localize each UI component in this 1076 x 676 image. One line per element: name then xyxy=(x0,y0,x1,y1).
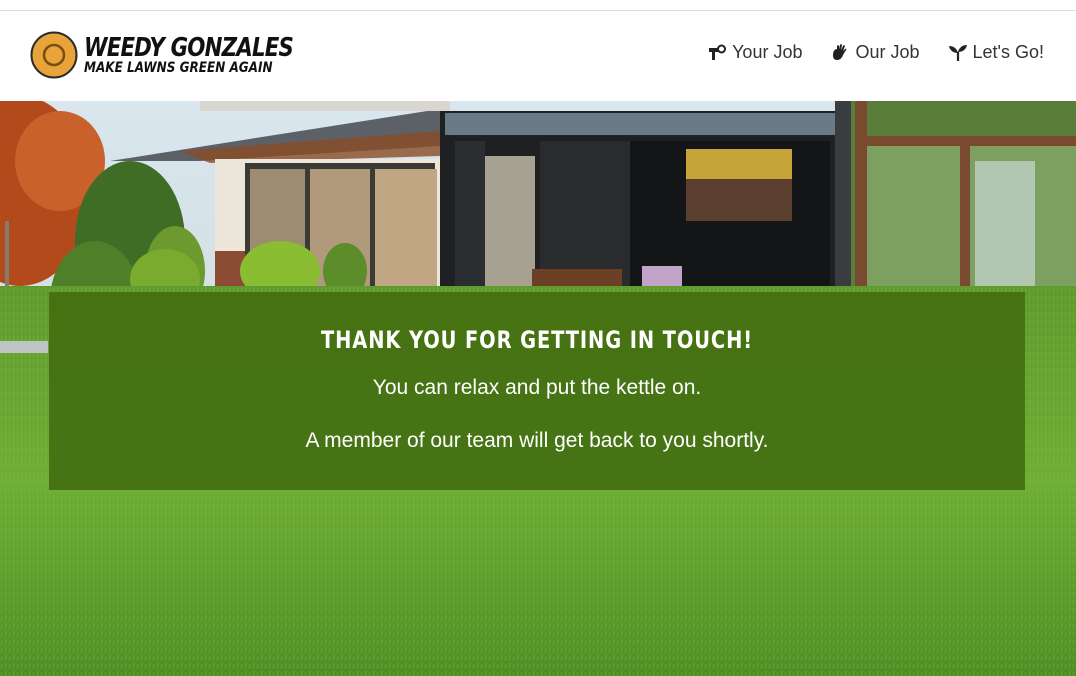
top-border xyxy=(0,0,1076,11)
logo-icon xyxy=(30,31,78,79)
brand-title: WEEDY GONZALES xyxy=(84,33,294,63)
confirmation-heading: THANK YOU FOR GETTING IN TOUCH! xyxy=(320,326,754,354)
nav-label: Our Job xyxy=(855,42,920,62)
nav-item-lets-go[interactable]: Let's Go! xyxy=(948,42,1044,63)
nav-item-our-job[interactable]: Our Job xyxy=(830,42,920,63)
nav-label: Your Job xyxy=(732,42,803,62)
watering-can-icon xyxy=(709,44,727,60)
main-nav: Your Job Our Job Let's Go! xyxy=(679,42,1044,63)
nav-item-your-job[interactable]: Your Job xyxy=(707,42,802,63)
site-header: WEEDY GONZALES MAKE LAWNS GREEN AGAIN Yo… xyxy=(0,11,1076,101)
nav-label: Let's Go! xyxy=(972,42,1044,62)
confirmation-line-2: A member of our team will get back to yo… xyxy=(305,429,769,452)
confirmation-panel: THANK YOU FOR GETTING IN TOUCH! You can … xyxy=(49,292,1025,490)
confirmation-line-1: You can relax and put the kettle on. xyxy=(372,376,702,399)
logo-link[interactable]: WEEDY GONZALES MAKE LAWNS GREEN AGAIN xyxy=(30,31,339,79)
brand-tagline: MAKE LAWNS GREEN AGAIN xyxy=(84,60,273,76)
sprout-icon xyxy=(948,44,967,61)
hand-icon xyxy=(833,43,847,60)
